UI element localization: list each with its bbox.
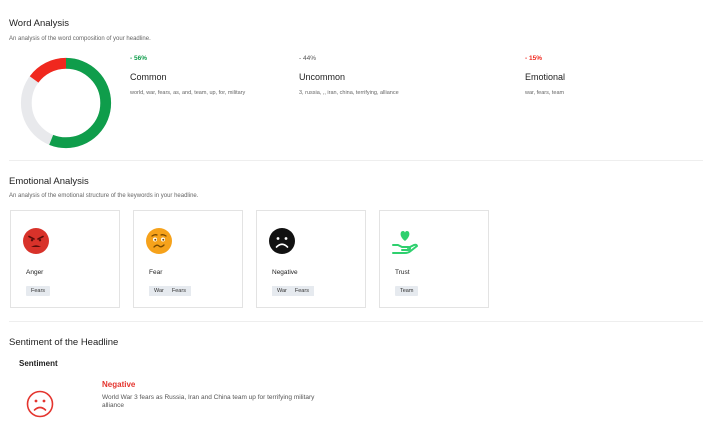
section-divider [9,321,703,322]
keyword-tag: Fears [294,288,309,294]
word-composition-donut [20,57,112,149]
stat-uncommon: - 44% Uncommon 3, russia, ,, iran, china… [299,55,399,96]
emotion-label: Anger [26,269,44,276]
keyword-tag: War [154,288,164,294]
word-analysis-title: Word Analysis [9,18,70,29]
frown-face-icon [26,390,54,418]
emotion-card-negative: Negative War Fears [256,210,366,308]
sentiment-value: Negative [102,380,136,389]
stat-uncommon-percent: - 44% [299,55,316,62]
stat-common-percent: - 56% [130,55,147,62]
stat-emotional-percent: - 15% [525,55,542,62]
sentiment-headline: World War 3 fears as Russia, Iran and Ch… [102,394,315,410]
emotional-analysis-subtitle: An analysis of the emotional structure o… [9,193,199,199]
stat-uncommon-words: 3, russia, ,, iran, china, terrifying, a… [299,90,399,96]
stat-emotional: - 15% Emotional war, fears, team [525,55,565,96]
word-analysis-subtitle: An analysis of the word composition of y… [9,36,151,42]
angry-face-icon [23,228,49,254]
heart-hand-icon [392,231,418,254]
emotional-analysis-title: Emotional Analysis [9,176,89,187]
emotion-card-anger: Anger Fears [10,210,120,308]
keyword-tag: War [277,288,287,294]
stat-uncommon-name: Uncommon [299,72,346,82]
sad-face-icon [269,228,295,254]
fearful-face-icon [146,228,172,254]
section-divider [9,160,703,161]
stat-common-name: Common [130,72,167,82]
stat-common: - 56% Common world, war, fears, as, and,… [130,55,245,96]
keyword-tag: Fears [26,286,51,296]
sentiment-label: Sentiment [19,359,58,368]
emotion-label: Fear [149,269,163,276]
sentiment-section-title: Sentiment of the Headline [9,337,119,348]
emotion-label: Negative [272,269,298,276]
keyword-tag: Team [395,286,419,296]
stat-common-words: world, war, fears, as, and, team, up, fo… [130,90,246,96]
stat-emotional-words: war, fears, team [525,90,565,96]
emotion-card-fear: Fear War Fears [133,210,243,308]
keyword-tag: Fears [171,288,186,294]
stat-emotional-name: Emotional [525,72,566,82]
emotion-card-trust: Trust Team [379,210,489,308]
emotion-label: Trust [395,269,410,276]
